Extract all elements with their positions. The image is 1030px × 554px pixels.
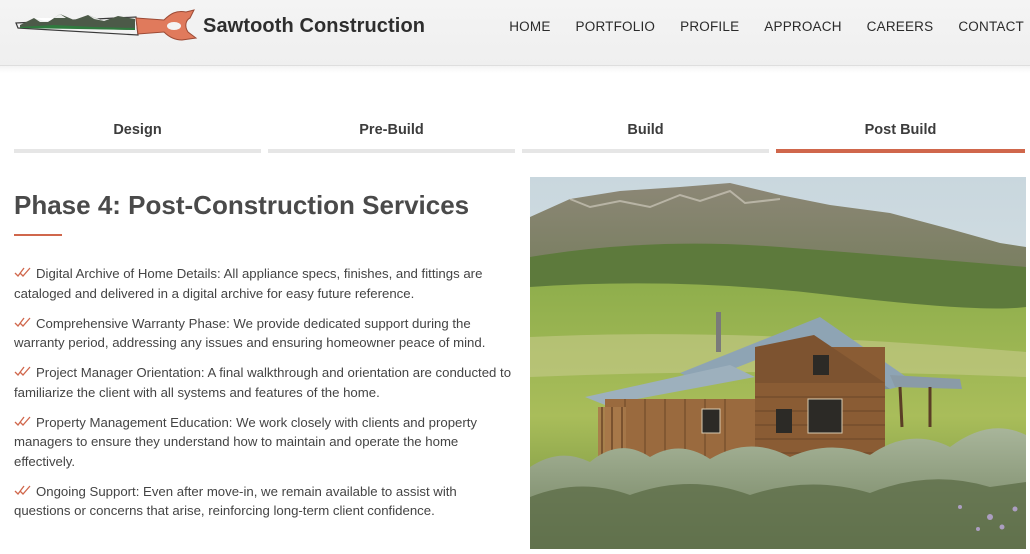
nav-profile[interactable]: PROFILE: [680, 19, 739, 34]
tab-pre-build[interactable]: Pre-Build: [268, 120, 515, 154]
list-item-text: Project Manager Orientation: A final wal…: [14, 365, 512, 400]
list-item: Property Management Education: We work c…: [14, 413, 514, 472]
tab-post-build[interactable]: Post Build: [776, 120, 1025, 154]
cabin-photo: [530, 177, 1026, 549]
list-item-text: Ongoing Support: Even after move-in, we …: [14, 483, 457, 519]
tab-label: Design: [113, 122, 162, 138]
tab-build[interactable]: Build: [522, 120, 769, 154]
list-item: Ongoing Support: Even after move-in, we …: [14, 482, 514, 521]
double-check-icon: [14, 317, 31, 327]
tab-indicator-active: [776, 149, 1025, 153]
double-check-icon: [14, 267, 31, 277]
tab-indicator: [268, 149, 515, 153]
list-item: Project Manager Orientation: A final wal…: [14, 363, 514, 402]
double-check-icon: [14, 485, 31, 495]
nav-home[interactable]: HOME: [509, 19, 550, 34]
nav-careers[interactable]: CAREERS: [867, 19, 934, 34]
tab-design[interactable]: Design: [14, 120, 261, 154]
tab-label: Build: [627, 122, 664, 138]
list-item-text: Comprehensive Warranty Phase: We provide…: [14, 315, 486, 351]
tab-indicator: [14, 149, 261, 153]
tab-label: Post Build: [864, 122, 937, 138]
nav-approach[interactable]: APPROACH: [764, 19, 841, 34]
list-item-text: Digital Archive of Home Details: All app…: [14, 266, 483, 301]
main-nav: HOME PORTFOLIO PROFILE APPROACH CAREERS …: [484, 19, 1024, 34]
logo-icon[interactable]: [14, 6, 198, 46]
site-header: Sawtooth Construction HOME PORTFOLIO PRO…: [0, 0, 1030, 73]
phase-tabs: Design Pre-Build Build Post Build: [14, 120, 1026, 154]
double-check-icon: [14, 366, 31, 376]
heading-underline: [14, 234, 62, 236]
services-list: Digital Archive of Home Details: All app…: [14, 264, 514, 531]
nav-contact[interactable]: CONTACT: [958, 19, 1024, 34]
double-check-icon: [14, 416, 31, 426]
list-item-text: Property Management Education: We work c…: [14, 414, 478, 469]
list-item: Digital Archive of Home Details: All app…: [14, 264, 514, 303]
site-brand[interactable]: Sawtooth Construction: [203, 15, 425, 38]
tab-indicator: [522, 149, 769, 153]
tab-label: Pre-Build: [359, 122, 424, 138]
nav-portfolio[interactable]: PORTFOLIO: [576, 19, 656, 34]
section-heading: Phase 4: Post-Construction Services: [14, 190, 470, 220]
list-item: Comprehensive Warranty Phase: We provide…: [14, 314, 514, 353]
